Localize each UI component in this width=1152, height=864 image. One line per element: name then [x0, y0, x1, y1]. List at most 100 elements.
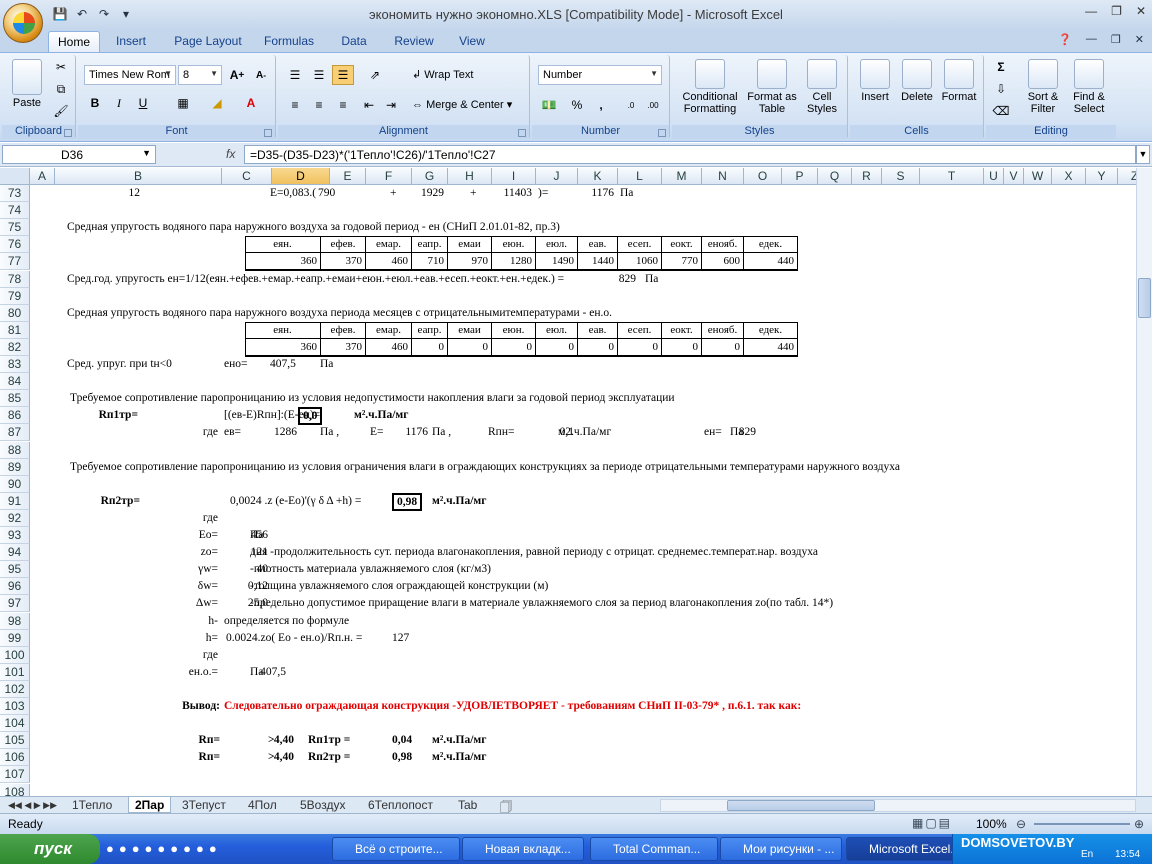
column-header-n[interactable]: N [702, 168, 744, 185]
tab-review[interactable]: Review [388, 31, 440, 52]
align-right-icon[interactable]: ≡ [332, 95, 354, 115]
column-header-j[interactable]: J [536, 168, 578, 185]
paste-button[interactable]: Paste [8, 59, 46, 109]
copy-icon[interactable]: ⧉ [50, 79, 72, 99]
cell-styles-button[interactable]: Cell Styles [800, 59, 844, 115]
doc-restore-icon[interactable]: ❐ [1111, 33, 1121, 46]
row-header[interactable]: 94 [0, 544, 30, 562]
wrap-text-button[interactable]: ↲ Wrap Text [412, 69, 473, 81]
number-format-combo[interactable]: Number ▼ [538, 65, 662, 85]
row-header[interactable]: 104 [0, 715, 30, 733]
formula-input[interactable]: =D35-(D35-D23)*('1Тепло'!C26)/'1Тепло'!C… [244, 145, 1136, 164]
delete-cells-button[interactable]: Delete [896, 59, 938, 103]
horizontal-scroll-thumb[interactable] [727, 800, 875, 811]
tab-home[interactable]: Home [48, 31, 100, 52]
column-header-r[interactable]: R [852, 168, 882, 185]
taskbar-item[interactable]: Новая вкладк... [462, 837, 584, 861]
percent-icon[interactable]: % [566, 95, 588, 115]
row-header[interactable]: 74 [0, 202, 30, 220]
close-icon[interactable]: ✕ [1136, 4, 1146, 18]
currency-icon[interactable]: 💵 [538, 95, 560, 115]
orientation-icon[interactable]: ⇗ [364, 65, 386, 85]
column-header-p[interactable]: P [782, 168, 818, 185]
view-buttons-icon[interactable]: ▦▢▤ [912, 816, 952, 830]
column-header-l[interactable]: L [618, 168, 662, 185]
sheet-tab[interactable]: 3Тепуст [176, 797, 232, 813]
borders-icon[interactable]: ▦ [172, 93, 194, 113]
column-header-a[interactable]: A [30, 168, 55, 185]
column-header-q[interactable]: Q [818, 168, 852, 185]
taskbar-item[interactable]: Total Comman... [590, 837, 718, 861]
vertical-scrollbar[interactable] [1136, 168, 1152, 796]
tab-insert[interactable]: Insert [108, 31, 154, 52]
row-header[interactable]: 108 [0, 783, 30, 796]
row-header[interactable]: 100 [0, 646, 30, 664]
quick-launch-icons[interactable]: ●●●●●●●●● [106, 841, 222, 856]
increase-decimal-icon[interactable]: .0 [620, 95, 642, 115]
row-header[interactable]: 93 [0, 527, 30, 544]
zoom-slider[interactable] [1034, 823, 1130, 825]
sheet-tab[interactable]: 4Пол [242, 797, 283, 813]
column-header-f[interactable]: F [366, 168, 412, 185]
column-header-w[interactable]: W [1024, 168, 1052, 185]
column-header-o[interactable]: O [744, 168, 782, 185]
redo-icon[interactable]: ↷ [96, 6, 112, 22]
column-header-i[interactable]: I [492, 168, 536, 185]
sort-filter-button[interactable]: Sort & Filter [1020, 59, 1066, 115]
row-header[interactable]: 81 [0, 321, 30, 339]
tab-view[interactable]: View [450, 31, 494, 52]
insert-cells-button[interactable]: Insert [854, 59, 896, 103]
row-header[interactable]: 89 [0, 458, 30, 476]
font-launcher-icon[interactable] [264, 129, 272, 137]
italic-icon[interactable]: I [108, 93, 130, 113]
grow-font-icon[interactable]: A + [226, 65, 248, 85]
row-header[interactable]: 106 [0, 749, 30, 767]
row-header[interactable]: 90 [0, 475, 30, 493]
taskbar-item[interactable]: Всё о строите... [332, 837, 460, 861]
row-header[interactable]: 87 [0, 424, 30, 442]
row-header[interactable]: 99 [0, 629, 30, 647]
taskbar-item[interactable]: Мои рисунки - ... [720, 837, 842, 861]
row-header[interactable]: 84 [0, 373, 30, 391]
increase-indent-icon[interactable]: ⇥ [380, 95, 402, 115]
row-header[interactable]: 88 [0, 441, 30, 459]
column-header-g[interactable]: G [412, 168, 448, 185]
column-header-x[interactable]: X [1052, 168, 1086, 185]
fill-icon[interactable]: ⇩ [990, 79, 1012, 99]
doc-minimize-icon[interactable]: — [1086, 33, 1097, 46]
format-cells-button[interactable]: Format [938, 59, 980, 103]
sheet-tab[interactable]: 6Теплопост [362, 797, 439, 813]
sheet-nav-arrows-icon[interactable]: ◀◀ ◀ ▶ ▶▶ [2, 797, 63, 813]
row-header[interactable]: 80 [0, 304, 30, 322]
sheet-tab[interactable]: Tab [452, 797, 483, 813]
underline-icon[interactable]: U [132, 93, 154, 113]
column-header-u[interactable]: U [984, 168, 1004, 185]
find-select-button[interactable]: Find & Select [1066, 59, 1112, 115]
zoom-out-icon[interactable]: ⊖ [1016, 817, 1026, 831]
column-header-k[interactable]: K [578, 168, 618, 185]
doc-close-icon[interactable]: ✕ [1135, 33, 1144, 46]
shrink-font-icon[interactable]: A- [250, 65, 272, 85]
row-header[interactable]: 102 [0, 680, 30, 698]
office-button[interactable] [3, 3, 43, 43]
taskbar-item-active[interactable]: Microsoft Excel... [846, 837, 958, 861]
column-header-s[interactable]: S [882, 168, 920, 185]
column-header-t[interactable]: T [920, 168, 984, 185]
row-header[interactable]: 98 [0, 612, 30, 630]
align-middle-icon[interactable]: ☰ [308, 65, 330, 85]
sheet-tab[interactable]: 5Воздух [294, 797, 351, 813]
number-launcher-icon[interactable] [658, 129, 666, 137]
autosum-icon[interactable]: Σ [990, 57, 1012, 77]
expand-formula-icon[interactable]: ▼ [1136, 145, 1150, 164]
column-header-e[interactable]: E [330, 168, 366, 185]
name-box[interactable]: D36 ▼ [2, 145, 156, 164]
minimize-icon[interactable]: — [1085, 4, 1097, 18]
font-size-combo[interactable]: 8 ▼ [178, 65, 222, 85]
insert-function-icon[interactable]: fx [226, 147, 235, 161]
column-header-h[interactable]: H [448, 168, 492, 185]
row-header[interactable]: 75 [0, 219, 30, 237]
merge-center-button[interactable]: ⇔ Merge & Center ▾ [412, 99, 512, 111]
column-header-b[interactable]: B [55, 168, 222, 185]
row-header[interactable]: 82 [0, 338, 30, 356]
row-header[interactable]: 78 [0, 270, 30, 288]
